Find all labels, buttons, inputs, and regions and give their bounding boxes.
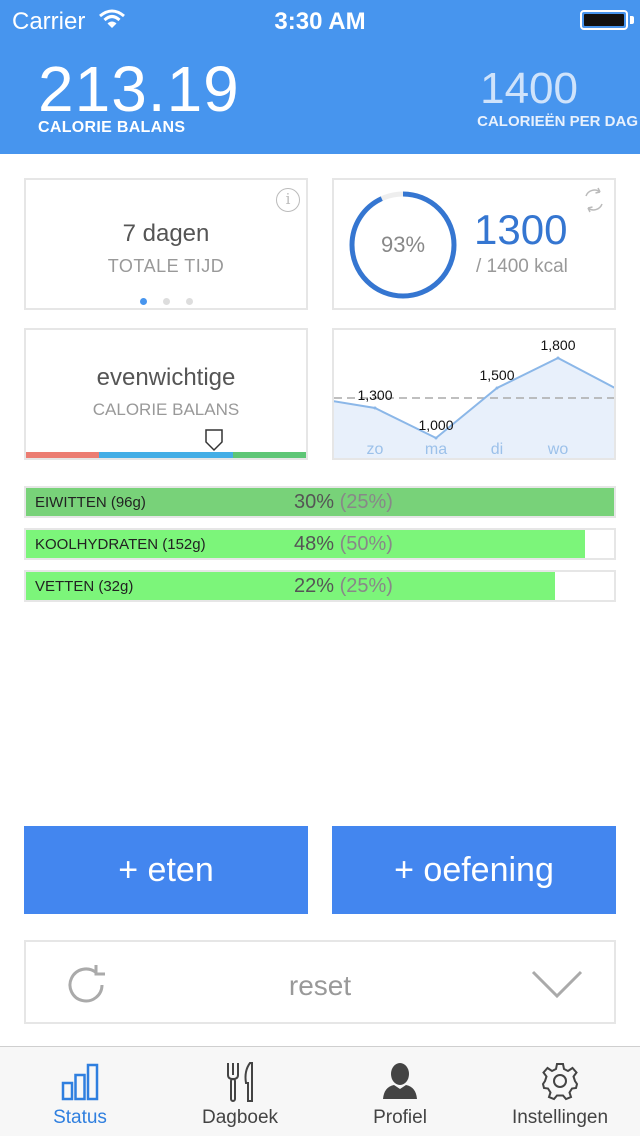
- kcal-total-label: / 1400 kcal: [476, 256, 568, 277]
- x-tick-label: wo: [547, 441, 569, 458]
- clock-label: 3:30 AM: [274, 8, 366, 35]
- add-food-button[interactable]: + eten: [24, 826, 308, 914]
- balance-status-card[interactable]: evenwichtige CALORIE BALANS: [24, 328, 308, 460]
- tab-instellingen[interactable]: Instellingen: [480, 1047, 640, 1136]
- gear-icon: [541, 1063, 579, 1101]
- calorie-intake-card[interactable]: 93% 1300 / 1400 kcal: [332, 178, 616, 310]
- macro-actual: 48%: [294, 533, 335, 555]
- page-dot[interactable]: [139, 298, 147, 305]
- weekly-chart-card[interactable]: 1,300 zo 1,000 ma 1,500 di 1,800 wo: [332, 328, 616, 460]
- total-time-value: 7 dagen: [122, 220, 210, 247]
- data-label: 1,300: [357, 387, 392, 403]
- data-point: [434, 436, 438, 440]
- data-label: 1,500: [479, 367, 514, 383]
- balance-status-word: evenwichtige: [96, 364, 236, 391]
- tab-label: Instellingen: [511, 1107, 609, 1128]
- tab-status[interactable]: Status: [0, 1047, 160, 1136]
- tab-label: Profiel: [373, 1107, 427, 1128]
- sync-icon[interactable]: [580, 186, 608, 214]
- fork-knife-icon: [227, 1062, 253, 1102]
- data-point: [556, 356, 560, 360]
- calories-per-day-value: 1400: [480, 64, 578, 113]
- calorie-balance-label: CALORIE BALANS: [38, 119, 186, 136]
- kcal-consumed-value: 1300: [474, 206, 568, 253]
- chevron-down-icon[interactable]: [530, 968, 584, 1000]
- macro-percent: 48% (50%): [294, 533, 393, 556]
- battery-tip: [630, 16, 634, 24]
- battery-icon: [580, 10, 628, 30]
- data-point: [373, 406, 377, 410]
- macro-target: (50%): [339, 533, 393, 555]
- macro-name: VETTEN (32g): [35, 578, 134, 595]
- macro-name: KOOLHYDRATEN (152g): [35, 536, 206, 553]
- balance-status-label: CALORIE BALANS: [92, 400, 240, 419]
- macro-bar-carbs: KOOLHYDRATEN (152g) 48% (50%): [24, 528, 616, 560]
- macro-actual: 30%: [294, 491, 335, 513]
- progress-percent: 93%: [380, 232, 426, 257]
- x-tick-label: di: [491, 441, 503, 458]
- page-dot[interactable]: [162, 298, 170, 305]
- x-tick-label: zo: [367, 441, 384, 458]
- balance-scale-high: [233, 452, 306, 458]
- balance-scale-mid: [98, 452, 234, 458]
- page-dot[interactable]: [185, 298, 193, 305]
- calories-per-day-label: CALORIEËN PER DAG: [477, 113, 638, 130]
- calorie-balance-value: 213.19: [38, 53, 240, 125]
- total-time-card[interactable]: i 7 dagen TOTALE TIJD: [24, 178, 308, 310]
- macro-percent: 30% (25%): [294, 491, 393, 514]
- x-tick-label: ma: [425, 441, 447, 458]
- macro-bar-protein: EIWITTEN (96g) 30% (25%): [24, 486, 616, 518]
- balance-scale-bar: [26, 452, 306, 458]
- macro-percent: 22% (25%): [294, 575, 393, 598]
- total-time-label: TOTALE TIJD: [107, 256, 225, 276]
- tab-label: Status: [53, 1107, 107, 1128]
- person-icon: [383, 1063, 417, 1099]
- macro-bar-fat: VETTEN (32g) 22% (25%): [24, 570, 616, 602]
- tab-label: Dagboek: [201, 1107, 279, 1128]
- macro-target: (25%): [339, 491, 393, 513]
- balance-scale-low: [26, 452, 99, 458]
- balance-marker-icon: [205, 429, 223, 452]
- tab-profiel[interactable]: Profiel: [320, 1047, 480, 1136]
- macro-actual: 22%: [294, 575, 335, 597]
- page-indicator[interactable]: [26, 292, 306, 310]
- header: Carrier 3:30 AM 213.19 CALORIE BALANS 14…: [0, 0, 640, 154]
- info-icon[interactable]: i: [276, 188, 300, 212]
- reset-bar[interactable]: reset: [24, 940, 616, 1024]
- tab-dagboek[interactable]: Dagboek: [160, 1047, 320, 1136]
- macro-target: (25%): [339, 575, 393, 597]
- weekly-calorie-chart: 1,300 zo 1,000 ma 1,500 di 1,800 wo: [334, 337, 614, 458]
- add-exercise-button[interactable]: + oefening: [332, 826, 616, 914]
- bar-chart-icon: [61, 1063, 99, 1101]
- status-bar: Carrier 3:30 AM: [0, 0, 640, 40]
- data-label: 1,800: [540, 337, 575, 353]
- macro-name: EIWITTEN (96g): [35, 494, 146, 511]
- tab-bar: Status Dagboek Profiel Instellingen: [0, 1046, 640, 1136]
- reset-button[interactable]: reset: [26, 970, 614, 1002]
- data-point: [495, 386, 499, 390]
- data-label: 1,000: [418, 417, 453, 433]
